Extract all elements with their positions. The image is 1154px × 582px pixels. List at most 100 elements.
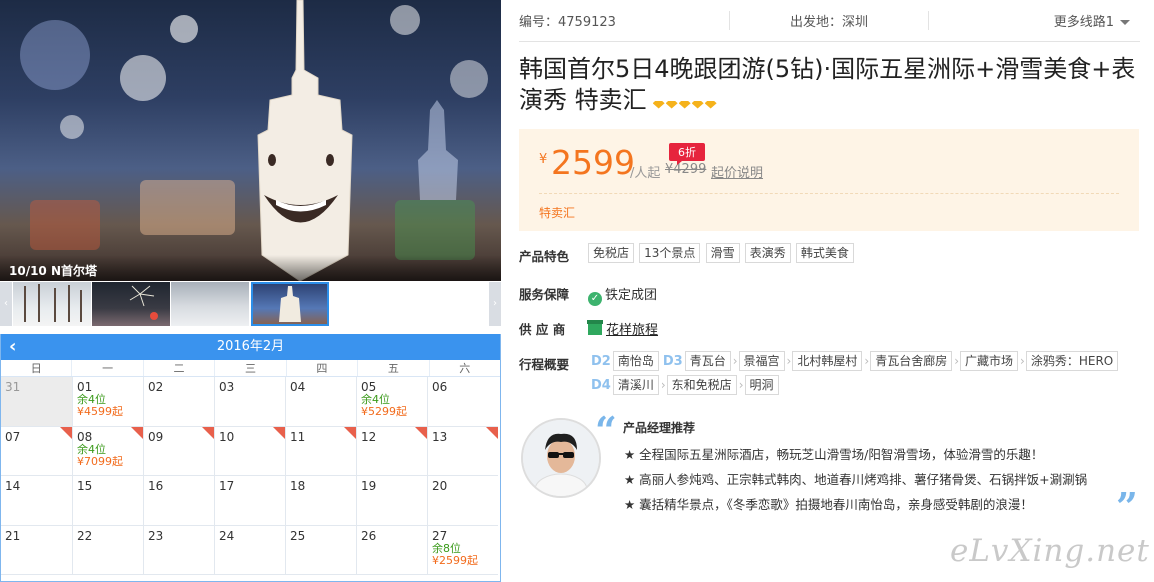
thumb-next-arrow[interactable]: › bbox=[489, 282, 501, 326]
feature-chip[interactable]: 表演秀 bbox=[744, 243, 791, 263]
itinerary-stop-chip[interactable]: 明洞 bbox=[744, 375, 779, 395]
calendar-day-number: 17 bbox=[219, 479, 235, 493]
avatar bbox=[521, 418, 601, 498]
calendar-day-cell[interactable]: 16 bbox=[143, 476, 214, 526]
calendar-day-number: 04 bbox=[290, 380, 306, 394]
weekday-label: 一 bbox=[71, 360, 142, 376]
calendar-day-cell[interactable]: 06 bbox=[427, 377, 498, 427]
calendar-day-cell[interactable]: 03 bbox=[214, 377, 285, 427]
calendar-day-cell[interactable]: 10 bbox=[214, 426, 285, 476]
features-chips: 免税店 13个景点 滑雪 表演秀 韩式美食 bbox=[588, 243, 1140, 267]
chevron-right-icon: › bbox=[660, 378, 666, 392]
recommendation-line: ★ 全程国际五星洲际酒店，畅玩芝山滑雪场/阳智滑雪场，体验滑雪的乐趣！ bbox=[624, 447, 1044, 462]
calendar-day-price: ¥7099起 bbox=[77, 454, 123, 468]
hero-photo[interactable]: 10/10 N首尔塔 bbox=[0, 0, 501, 281]
calendar-day-cell[interactable]: 20 bbox=[427, 476, 498, 526]
weekday-label: 日 bbox=[30, 362, 42, 375]
departure-city: 出发地：深圳 bbox=[729, 11, 929, 30]
calendar-day-cell[interactable]: 27 余8位 ¥2599起 bbox=[427, 525, 498, 575]
recommendation-line: ★ 高丽人参炖鸡、正宗韩式韩肉、地道春川烤鸡排、薯仔猪骨煲、石锅拌饭+涮涮锅 bbox=[624, 472, 1088, 487]
itinerary-stop-chip[interactable]: 南怡岛 bbox=[612, 351, 659, 371]
check-circle-icon: ✓ bbox=[588, 292, 602, 306]
departure-calendar: ‹ 2016年2月 日 一 二 三 四 五 六 31 01 余4位 ¥4599起 02 0… bbox=[0, 334, 501, 582]
calendar-day-cell[interactable]: 17 bbox=[214, 476, 285, 526]
calendar-day-cell[interactable]: 31 bbox=[1, 377, 72, 427]
calendar-day-cell[interactable]: 13 bbox=[427, 426, 498, 476]
calendar-day-cell[interactable]: 19 bbox=[356, 476, 427, 526]
recommendation-title: 产品经理推荐 bbox=[623, 421, 696, 435]
calendar-day-price: ¥5299起 bbox=[361, 405, 407, 418]
recommendation-line: ★ 囊括精华景点，《冬季恋歌》拍摄地春川南怡岛，亲身感受韩剧的浪漫！ bbox=[624, 497, 1033, 512]
calendar-day-cell[interactable]: 01 余4位 ¥4599起 bbox=[72, 377, 143, 427]
itinerary-stop-chip[interactable]: 北村韩屋村 bbox=[792, 351, 863, 371]
calendar-day-cell[interactable]: 07 bbox=[1, 426, 72, 476]
calendar-day-cell[interactable]: 24 bbox=[214, 525, 285, 575]
calendar-header: ‹ 2016年2月 bbox=[1, 334, 500, 360]
calendar-day-cell[interactable]: 05 余4位 ¥5299起 bbox=[356, 377, 427, 427]
calendar-day-number: 05 bbox=[361, 380, 377, 394]
calendar-day-cell[interactable]: 26 bbox=[356, 525, 427, 575]
calendar-day-cell[interactable]: 11 bbox=[285, 426, 356, 476]
hero-caption: 10/10 N首尔塔 bbox=[0, 255, 501, 281]
price-box: ¥ 2599 /人起 ¥4299 起价说明 6折 特卖汇 bbox=[519, 128, 1139, 231]
itinerary-stop-chip[interactable]: 景福宫 bbox=[738, 351, 785, 371]
itinerary-stop-chip[interactable]: 青瓦台舍廊房 bbox=[870, 351, 953, 371]
chevron-right-icon: › bbox=[786, 354, 792, 368]
feature-chip[interactable]: 免税店 bbox=[588, 243, 635, 263]
original-price: ¥4299 bbox=[665, 161, 707, 177]
chevron-right-icon: › bbox=[864, 354, 870, 368]
promo-label[interactable]: 特卖汇 bbox=[539, 204, 575, 221]
special-corner-icon bbox=[486, 426, 498, 439]
itinerary-stop-chip[interactable]: 东和免税店 bbox=[666, 375, 737, 395]
feature-chip[interactable]: 13个景点 bbox=[639, 243, 701, 263]
calendar-prev-month-button[interactable]: ‹ bbox=[9, 334, 16, 360]
calendar-day-cell[interactable]: 09 bbox=[143, 426, 214, 476]
guarantee-text: 铁定成团 bbox=[605, 288, 658, 303]
product-code: 编号：4759123 bbox=[519, 15, 616, 30]
thumb-prev-arrow[interactable]: ‹ bbox=[0, 282, 12, 326]
calendar-day-number: 19 bbox=[361, 479, 377, 493]
calendar-day-cell[interactable]: 15 bbox=[72, 476, 143, 526]
itinerary-stop-chip[interactable]: 青瓦台 bbox=[684, 351, 731, 371]
calendar-day-cell[interactable]: 02 bbox=[143, 377, 214, 427]
calendar-day-cell[interactable]: 04 bbox=[285, 377, 356, 427]
thumbnail-snow-forest[interactable] bbox=[13, 282, 91, 326]
thumbnail-fireworks[interactable] bbox=[92, 282, 170, 326]
calendar-day-number: 03 bbox=[219, 380, 235, 394]
special-corner-icon bbox=[131, 426, 143, 439]
price-divider bbox=[539, 192, 1119, 194]
discount-badge: 6折 bbox=[669, 142, 705, 165]
recommendation-lines: ★ 全程国际五星洲际酒店，畅玩芝山滑雪场/阳智滑雪场，体验滑雪的乐趣！ ★ 高丽… bbox=[624, 442, 1087, 517]
supplier-link[interactable]: 花样旅程 bbox=[606, 323, 658, 338]
right-column: 编号：4759123 出发地：深圳 更多线路1 韩国首尔5日4晚跟团游(5钻)·… bbox=[519, 0, 1140, 582]
calendar-day-cell[interactable]: 14 bbox=[1, 476, 72, 526]
manager-recommendation: “ 产品经理推荐 ★ 全程国际五星洲际酒店，畅玩芝山滑雪场/阳智滑雪场，体验滑雪… bbox=[519, 408, 1140, 529]
guarantee-label: 服务保障 bbox=[519, 287, 570, 302]
calendar-day-number: 20 bbox=[432, 479, 448, 493]
calendar-day-cell[interactable]: 25 bbox=[285, 525, 356, 575]
calendar-seats-left: 余8位 bbox=[432, 541, 461, 555]
product-meta-bar: 编号：4759123 出发地：深圳 更多线路1 bbox=[519, 0, 1140, 42]
product-title-tag: 特卖汇 bbox=[567, 86, 647, 114]
chevron-right-icon: › bbox=[738, 378, 744, 392]
per-person-label: /人起 bbox=[630, 165, 661, 181]
feature-chip[interactable]: 滑雪 bbox=[705, 243, 740, 263]
price-explanation-link[interactable]: 起价说明 bbox=[711, 162, 763, 181]
calendar-day-cell[interactable]: 18 bbox=[285, 476, 356, 526]
calendar-day-cell[interactable]: 23 bbox=[143, 525, 214, 575]
calendar-day-cell[interactable]: 22 bbox=[72, 525, 143, 575]
calendar-day-number: 25 bbox=[290, 528, 306, 543]
more-routes-dropdown[interactable]: 更多线路1 bbox=[929, 11, 1140, 30]
thumbnail-strip: ‹ › bbox=[0, 281, 501, 328]
thumbnail-snowy-slope[interactable] bbox=[171, 282, 249, 326]
itinerary-stop-chip[interactable]: 清溪川 bbox=[612, 375, 659, 395]
calendar-day-cell[interactable]: 21 bbox=[1, 526, 72, 575]
calendar-day-cell[interactable]: 08 余4位 ¥7099起 bbox=[72, 426, 143, 476]
feature-chip[interactable]: 韩式美食 bbox=[795, 243, 854, 263]
calendar-day-cell[interactable]: 12 bbox=[356, 426, 427, 476]
itinerary-stop-chip[interactable]: 涂鸦秀：HERO bbox=[1025, 351, 1119, 371]
tower-figure bbox=[257, 0, 458, 281]
calendar-day-number: 16 bbox=[148, 479, 164, 493]
itinerary-stop-chip[interactable]: 广藏市场 bbox=[960, 351, 1019, 371]
thumbnail-n-seoul-tower[interactable] bbox=[251, 282, 329, 326]
